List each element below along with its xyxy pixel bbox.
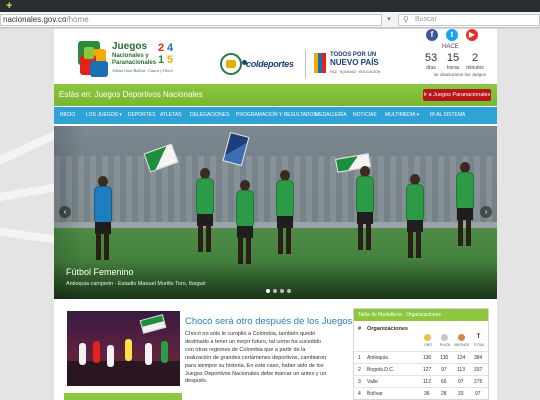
news-title[interactable]: Chocó será otro después de los Juegos xyxy=(185,316,352,327)
countdown-minutes-value: 2 xyxy=(471,52,479,64)
browser-toolbar: nacionales.gov.co/home ▾ ⚲ Buscar xyxy=(0,12,540,28)
table-row[interactable]: 2 Bogotá D.C. 127 97 113 337 xyxy=(354,363,488,374)
medal-table-title: Tabla de Medallería · Organizaciones xyxy=(354,309,488,321)
paranacionales-button[interactable]: Ir a Juegos Paranacionales xyxy=(423,89,491,101)
performer-figure xyxy=(93,341,100,363)
nuevo-pais-text: NUEVO PAÍS xyxy=(330,58,379,67)
url-host: nacionales.gov.co xyxy=(3,15,67,24)
performer-figure xyxy=(79,343,86,365)
slider-dot[interactable] xyxy=(266,289,270,293)
countdown-minutes-label: minutos xyxy=(466,65,484,71)
browser-tab-bar: + xyxy=(0,0,540,12)
search-icon: ⚲ xyxy=(403,15,409,24)
countdown-hace-label: HACE xyxy=(442,44,459,50)
medal-col-org: Organizaciones xyxy=(367,326,408,332)
nav-item-inicio[interactable]: INICIO xyxy=(60,107,75,124)
site-container: Juegos Nacionales y Paranacionales 2 4 1… xyxy=(54,29,497,400)
url-dropdown-icon[interactable]: ▾ xyxy=(383,14,395,26)
slider-prev-icon[interactable]: ‹ xyxy=(59,206,71,218)
nav-item-programacion[interactable]: PROGRAMACIÓN Y RESULTADOS xyxy=(236,107,317,124)
bronze-medal-icon xyxy=(458,334,465,341)
nav-item-ir-al-sistema[interactable]: IR AL SISTEMA xyxy=(430,107,465,124)
juegos-nacionales-logo[interactable]: Juegos Nacionales y Paranacionales 2 4 1… xyxy=(76,35,186,85)
news-image[interactable] xyxy=(67,311,180,386)
nav-item-atletas[interactable]: ATLETAS xyxy=(160,107,182,124)
nav-item-deportes[interactable]: DEPORTES xyxy=(128,107,155,124)
logo-tagline: Tolima Gran Bolívar · Cauca y Chocó xyxy=(112,68,173,73)
nav-item-multimedia[interactable]: MULTIMEDIA ▾ xyxy=(385,107,419,124)
main-nav: INICIO LOS JUEGOS ▾ DEPORTES ATLETAS DEL… xyxy=(54,107,497,124)
url-path: /home xyxy=(66,15,89,24)
slide-title[interactable]: Fútbol Femenino xyxy=(66,267,134,277)
hero-slider[interactable]: Fútbol Femenino Antioquia campeón · Esta… xyxy=(54,126,497,299)
medal-col-rank: # xyxy=(358,326,362,332)
countdown-note: se clausuraron los Juegos xyxy=(433,72,487,77)
logo-year-digit-3: 1 xyxy=(158,54,164,66)
logo-title-2: Nacionales y xyxy=(112,53,149,59)
twitter-icon[interactable]: t xyxy=(446,29,458,41)
performer-figure xyxy=(107,345,114,367)
news-body: Chocó no sólo le cumplió a Colombia, tam… xyxy=(185,331,327,385)
caption-overlay xyxy=(54,259,497,299)
table-row[interactable]: 4 Bolívar 36 28 33 97 xyxy=(354,387,488,398)
silver-medal-icon xyxy=(441,334,448,341)
facebook-icon[interactable]: f xyxy=(426,29,438,41)
gold-medal-icon xyxy=(424,334,431,341)
countdown-days-label: días xyxy=(426,65,436,71)
coldeportes-logo[interactable]: coldeportes xyxy=(246,59,294,69)
slide-subtitle: Antioquia campeón · Estadio Manuel Muril… xyxy=(66,281,206,287)
todos-tagline: PAZ · EQUIDAD · EDUCACIÓN xyxy=(330,70,381,74)
performer-figure xyxy=(125,339,132,361)
total-column-icon: T xyxy=(475,334,482,341)
slider-dot[interactable] xyxy=(287,289,291,293)
performer-figure xyxy=(161,341,168,363)
nav-item-noticias[interactable]: NOTICIAS xyxy=(353,107,377,124)
countdown-days-value: 53 xyxy=(424,52,438,64)
medal-table: Tabla de Medallería · Organizaciones # O… xyxy=(353,308,489,400)
section-header-strip xyxy=(64,393,182,400)
flag-image xyxy=(139,314,167,334)
logo-title-1: Juegos xyxy=(112,41,147,52)
logo-year-digit-1: 2 xyxy=(158,42,164,54)
nav-item-los-juegos[interactable]: LOS JUEGOS ▾ xyxy=(86,107,122,124)
youtube-icon[interactable]: ▶ xyxy=(466,29,478,41)
table-row[interactable]: 3 Valle 112 66 97 275 xyxy=(354,375,488,386)
slider-dot[interactable] xyxy=(273,289,277,293)
countdown-hours-value: 15 xyxy=(446,52,460,64)
slider-next-icon[interactable]: › xyxy=(480,206,492,218)
logo-year-digit-4: 5 xyxy=(167,54,173,66)
breadcrumb: Estás en: Juegos Deportivos Nacionales xyxy=(59,90,203,99)
search-placeholder: Buscar xyxy=(415,16,437,23)
browser-search-input[interactable]: ⚲ Buscar xyxy=(398,14,540,26)
address-bar[interactable]: nacionales.gov.co/home xyxy=(0,14,382,26)
table-row[interactable]: 1 Antioquia 130 130 124 384 xyxy=(354,351,488,362)
medal-label-total: TOTAL xyxy=(473,343,485,347)
todos-por-un-nuevo-pais-mark-icon xyxy=(314,53,326,73)
slider-dot[interactable] xyxy=(280,289,284,293)
location-banner: Estás en: Juegos Deportivos Nacionales I… xyxy=(54,84,497,106)
todos-por-un-nuevo-pais-logo[interactable]: TODOS POR UN NUEVO PAÍS PAZ · EQUIDAD · … xyxy=(330,51,382,76)
colombia-emblem-icon xyxy=(220,53,242,75)
nav-item-medalleria[interactable]: MEDALLERÍA xyxy=(315,107,347,124)
nav-item-delegaciones[interactable]: DELEGACIONES xyxy=(190,107,229,124)
logo-year-digit-2: 4 xyxy=(167,42,174,54)
new-tab-icon[interactable]: + xyxy=(6,1,18,12)
performer-figure xyxy=(145,343,152,365)
header-divider xyxy=(305,50,306,78)
countdown-hours-label: horas xyxy=(446,65,460,71)
logo-title-3: Paranacionales xyxy=(112,60,157,66)
